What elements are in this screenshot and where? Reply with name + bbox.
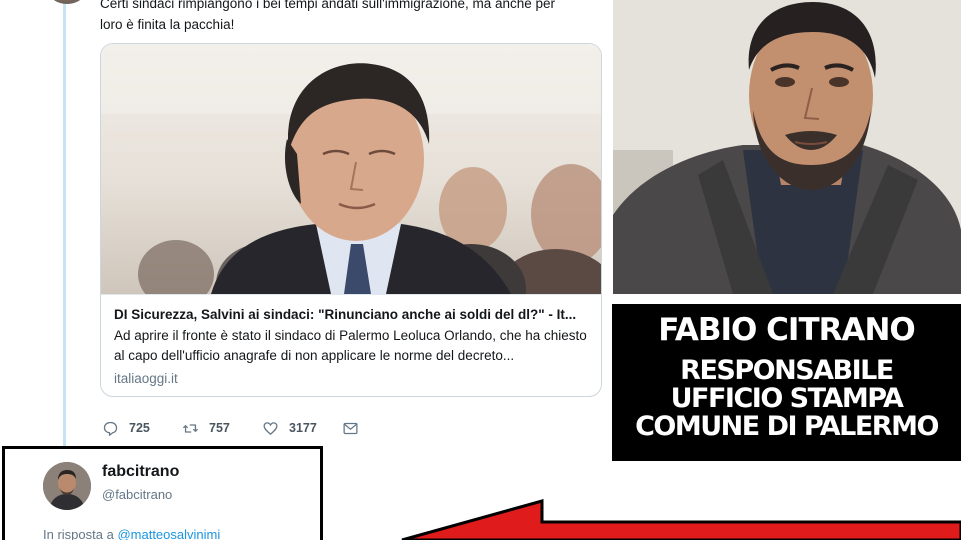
person-photo — [613, 0, 961, 294]
display-name[interactable]: fabcitrano — [102, 463, 179, 481]
direct-message-button[interactable] — [342, 417, 369, 439]
red-arrow — [401, 499, 961, 540]
card-domain: italiaoggi.it — [114, 371, 178, 386]
user-handle[interactable]: @fabcitrano — [102, 487, 172, 502]
caption-role-line3: COMUNE DI PALERMO — [635, 411, 939, 442]
reply-tweet[interactable]: fabcitrano @fabcitrano In risposta a @ma… — [2, 446, 323, 540]
in-reply-label: In risposta a — [43, 527, 114, 540]
heart-icon — [263, 421, 278, 435]
in-reply-handle-link[interactable]: @matteosalvinimi — [117, 527, 220, 540]
caption-role-line1: RESPONSABILE — [680, 355, 894, 386]
retweet-count: 757 — [209, 421, 230, 435]
card-title[interactable]: DI Sicurezza, Salvini ai sindaci: "Rinun… — [114, 307, 588, 322]
reply-icon — [103, 421, 118, 436]
reply-count: 725 — [129, 421, 150, 435]
in-reply-to: In risposta a @matteosalvinimi — [43, 527, 220, 540]
retweet-button[interactable]: 757 — [182, 417, 230, 439]
tweet-text: Certi sindaci rimpiangono i bei tempi an… — [100, 0, 556, 32]
card-meta: DI Sicurezza, Salvini ai sindaci: "Rinun… — [101, 294, 601, 396]
card-image — [101, 44, 601, 294]
avatar[interactable] — [43, 462, 91, 510]
reply-button[interactable]: 725 — [102, 417, 150, 439]
thread-line — [63, 0, 66, 446]
caption-box: FABIO CITRANO RESPONSABILE UFFICIO STAMP… — [612, 304, 961, 461]
envelope-icon — [343, 422, 358, 434]
tweet-actions: 725 757 3177 — [102, 417, 372, 439]
caption-name: FABIO CITRANO — [658, 312, 916, 348]
card-description: Ad aprire il fronte è stato il sindaco d… — [114, 328, 587, 363]
like-button[interactable]: 3177 — [262, 417, 317, 439]
caption-role-line2: UFFICIO STAMPA — [670, 383, 904, 414]
tweet-author-avatar[interactable] — [50, 0, 84, 4]
link-preview-card[interactable]: DI Sicurezza, Salvini ai sindaci: "Rinun… — [100, 43, 602, 397]
like-count: 3177 — [289, 421, 317, 435]
retweet-icon — [182, 423, 199, 433]
